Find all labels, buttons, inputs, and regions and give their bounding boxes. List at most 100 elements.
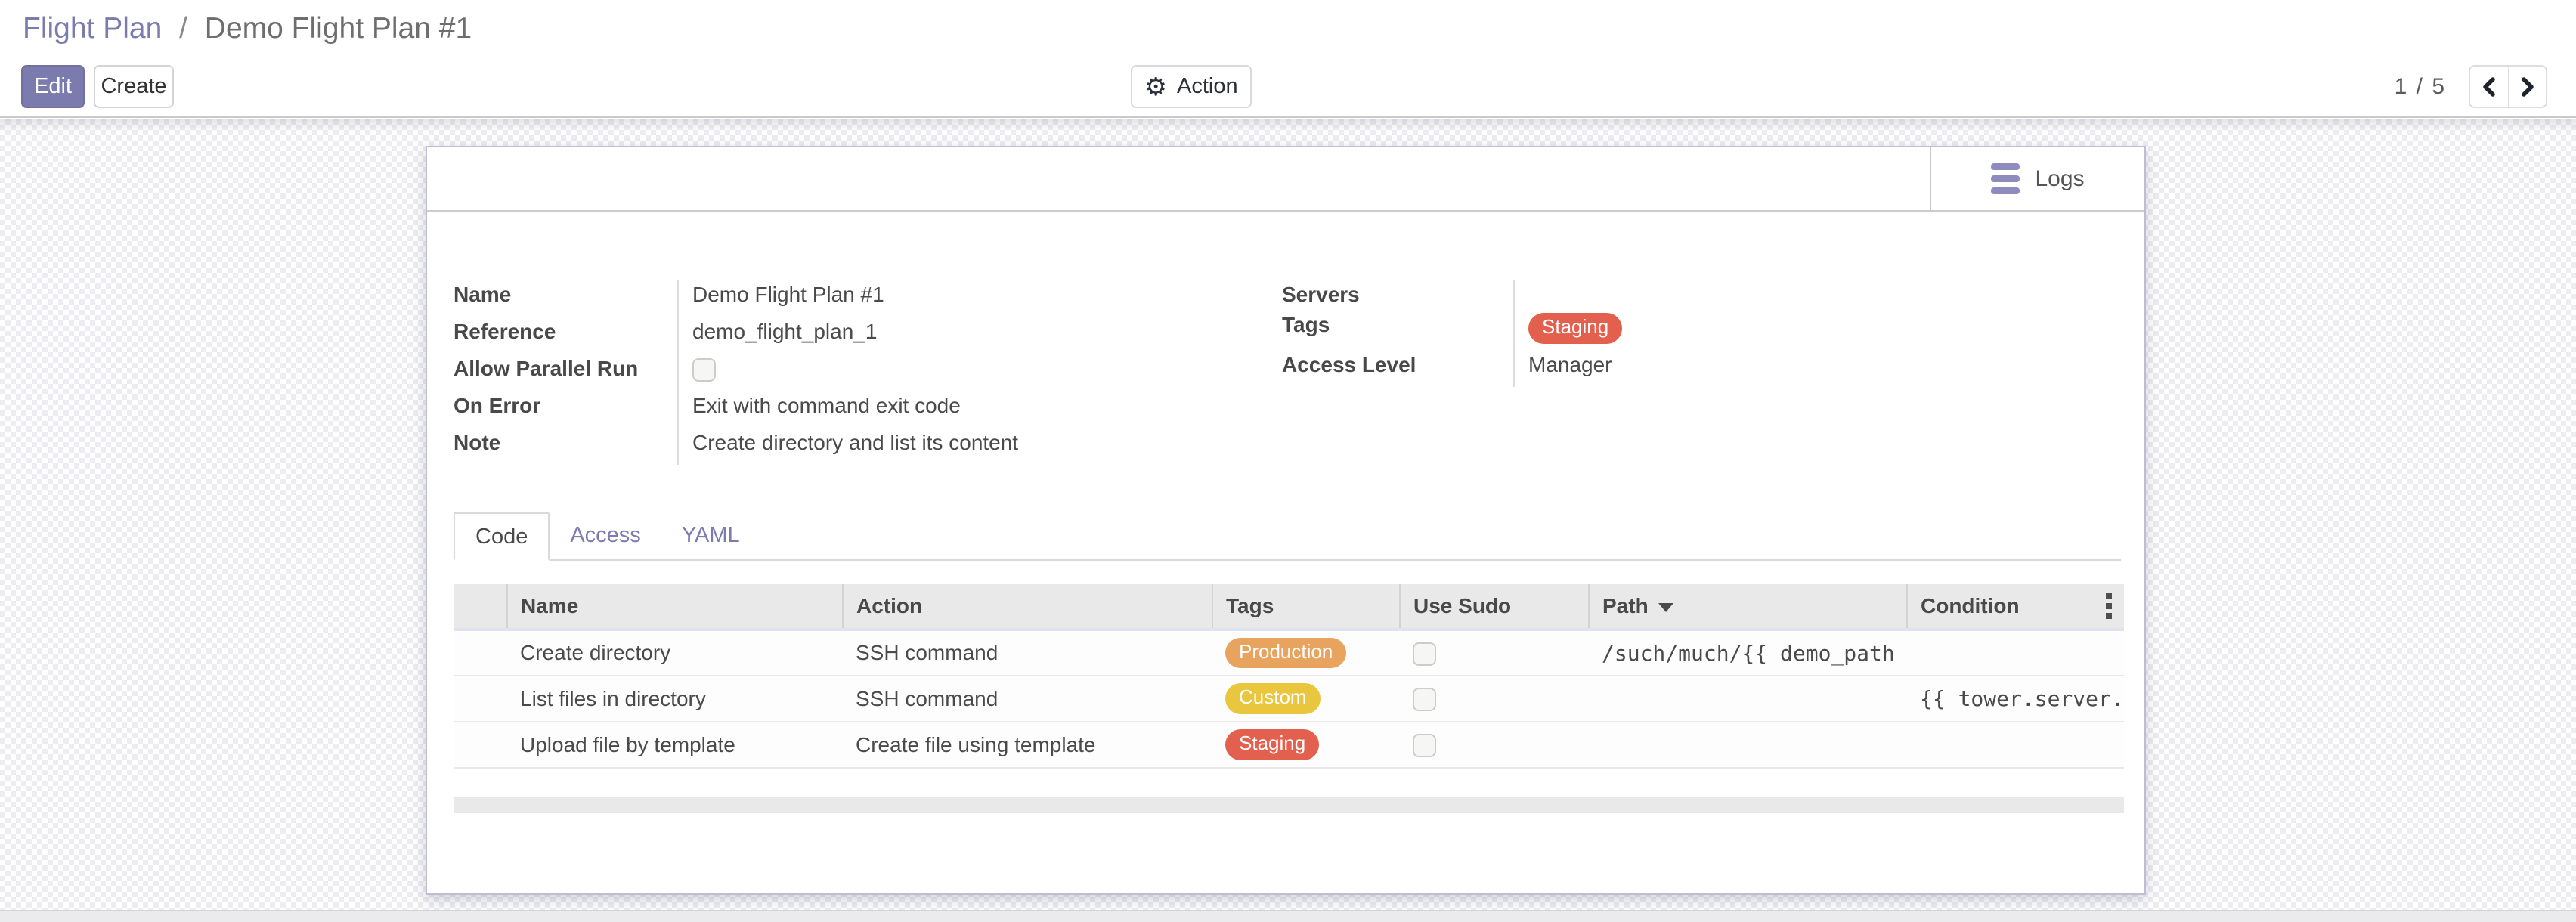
column-header-handle [454,584,507,630]
breadcrumb-parent-link[interactable]: Flight Plan [23,12,162,45]
field-row-note: Note Create directory and list its conte… [454,428,1256,465]
tag-custom: Custom [1225,683,1321,714]
field-row-reference: Reference demo_flight_plan_1 [454,317,1256,354]
tag-production: Production [1225,638,1346,669]
list-icon [1991,163,2020,194]
field-row-access-level: Access Level Manager [1282,350,2094,387]
button-box: Logs [427,147,2144,212]
pager: 1 / 5 [2395,65,2547,108]
cell-condition [1907,630,2124,676]
field-value: Create directory and list its content [677,428,1256,465]
create-button[interactable]: Create [94,65,174,108]
action-button[interactable]: ⚙ Action [1131,65,1252,108]
allow-parallel-run-checkbox [692,358,716,382]
field-value: Staging [1513,310,2094,350]
use-sudo-checkbox [1413,734,1436,757]
pager-prev-button[interactable] [2470,67,2508,107]
cell-tags: Production [1212,630,1400,676]
cell-use-sudo [1400,630,1589,676]
column-header-path-label: Path [1602,594,1649,617]
table-horizontal-scrollbar[interactable] [454,797,2124,813]
tag-staging: Staging [1528,313,1622,344]
form-left-column: Name Demo Flight Plan #1 Reference demo_… [454,280,1256,465]
tab-yaml[interactable]: YAML [661,511,760,559]
field-value [677,354,1256,391]
steps-table: Name Action Tags Use Sudo Path Condition [454,584,2124,769]
kebab-icon [2107,593,2111,619]
column-header-use-sudo[interactable]: Use Sudo [1400,584,1589,630]
field-row-allow-parallel-run: Allow Parallel Run [454,354,1256,391]
action-button-label: Action [1177,74,1238,99]
breadcrumb: Flight Plan / Demo Flight Plan #1 [23,12,472,45]
cell-condition: {{ tower.server.sta [1907,676,2124,722]
cell-name: Create directory [507,630,843,676]
cell-path [1589,722,1907,768]
breadcrumb-separator: / [179,12,187,45]
field-label: On Error [454,391,677,428]
cell-path: /such/much/{{ demo_path }} [1589,630,1907,676]
column-header-name[interactable]: Name [507,584,843,630]
table-row[interactable]: Upload file by template Create file usin… [454,722,2124,768]
logs-button-label: Logs [2035,166,2084,192]
table-header-row: Name Action Tags Use Sudo Path Condition [454,584,2124,630]
page-horizontal-scrollbar[interactable] [0,910,2576,922]
cell-path [1589,676,1907,722]
cell-handle [454,676,507,722]
cell-action: Create file using template [843,722,1212,768]
chevron-right-icon [2516,73,2539,101]
use-sudo-checkbox [1413,642,1436,666]
field-value: Manager [1513,350,2094,387]
field-label: Reference [454,317,677,354]
cell-tags: Staging [1212,722,1400,768]
column-header-condition[interactable]: Condition [1907,584,2094,630]
cell-handle [454,722,507,768]
column-header-tags[interactable]: Tags [1212,584,1400,630]
cell-use-sudo [1400,676,1589,722]
cell-action: SSH command [843,630,1212,676]
form-right-column: Servers Tags Staging Access Level Manage… [1282,280,2094,387]
field-row-name: Name Demo Flight Plan #1 [454,280,1256,317]
pager-next-button[interactable] [2508,67,2546,107]
pager-count: 1 / 5 [2395,74,2446,100]
pager-nav [2469,65,2547,108]
content-area: Logs Name Demo Flight Plan #1 Reference … [0,119,2576,922]
gear-icon: ⚙ [1144,74,1167,99]
field-row-servers: Servers [1282,280,2094,310]
form-sheet: Logs Name Demo Flight Plan #1 Reference … [426,146,2146,895]
field-label: Servers [1282,280,1513,310]
breadcrumb-current: Demo Flight Plan #1 [205,12,472,45]
cell-condition [1907,722,2124,768]
field-value: Exit with command exit code [677,391,1256,428]
field-value: demo_flight_plan_1 [677,317,1256,354]
table-row[interactable]: List files in directory SSH command Cust… [454,676,2124,722]
tab-access[interactable]: Access [550,511,661,559]
table-row[interactable]: Create directory SSH command Production … [454,630,2124,676]
tag-staging: Staging [1225,729,1319,760]
column-options-toggle[interactable] [2094,584,2124,630]
caret-down-icon [1658,603,1673,612]
field-row-on-error: On Error Exit with command exit code [454,391,1256,428]
edit-button[interactable]: Edit [21,65,85,108]
column-header-path[interactable]: Path [1589,584,1907,630]
field-value [1513,280,2094,310]
use-sudo-checkbox [1413,688,1436,711]
page: Flight Plan / Demo Flight Plan #1 Edit C… [0,0,2576,922]
field-label: Name [454,280,677,317]
field-row-tags: Tags Staging [1282,310,2094,350]
notebook-tabs: Code Access YAML [454,512,2121,561]
column-header-action[interactable]: Action [843,584,1212,630]
cell-handle [454,630,507,676]
cell-action: SSH command [843,676,1212,722]
field-label: Note [454,428,677,465]
field-label: Access Level [1282,350,1513,387]
field-label: Allow Parallel Run [454,354,677,391]
chevron-left-icon [2478,73,2500,101]
field-label: Tags [1282,310,1513,350]
tab-code[interactable]: Code [454,512,550,561]
logs-button[interactable]: Logs [1930,147,2144,210]
cell-use-sudo [1400,722,1589,768]
cell-name: List files in directory [507,676,843,722]
cell-name: Upload file by template [507,722,843,768]
cell-tags: Custom [1212,676,1400,722]
control-panel: Flight Plan / Demo Flight Plan #1 Edit C… [0,0,2576,118]
